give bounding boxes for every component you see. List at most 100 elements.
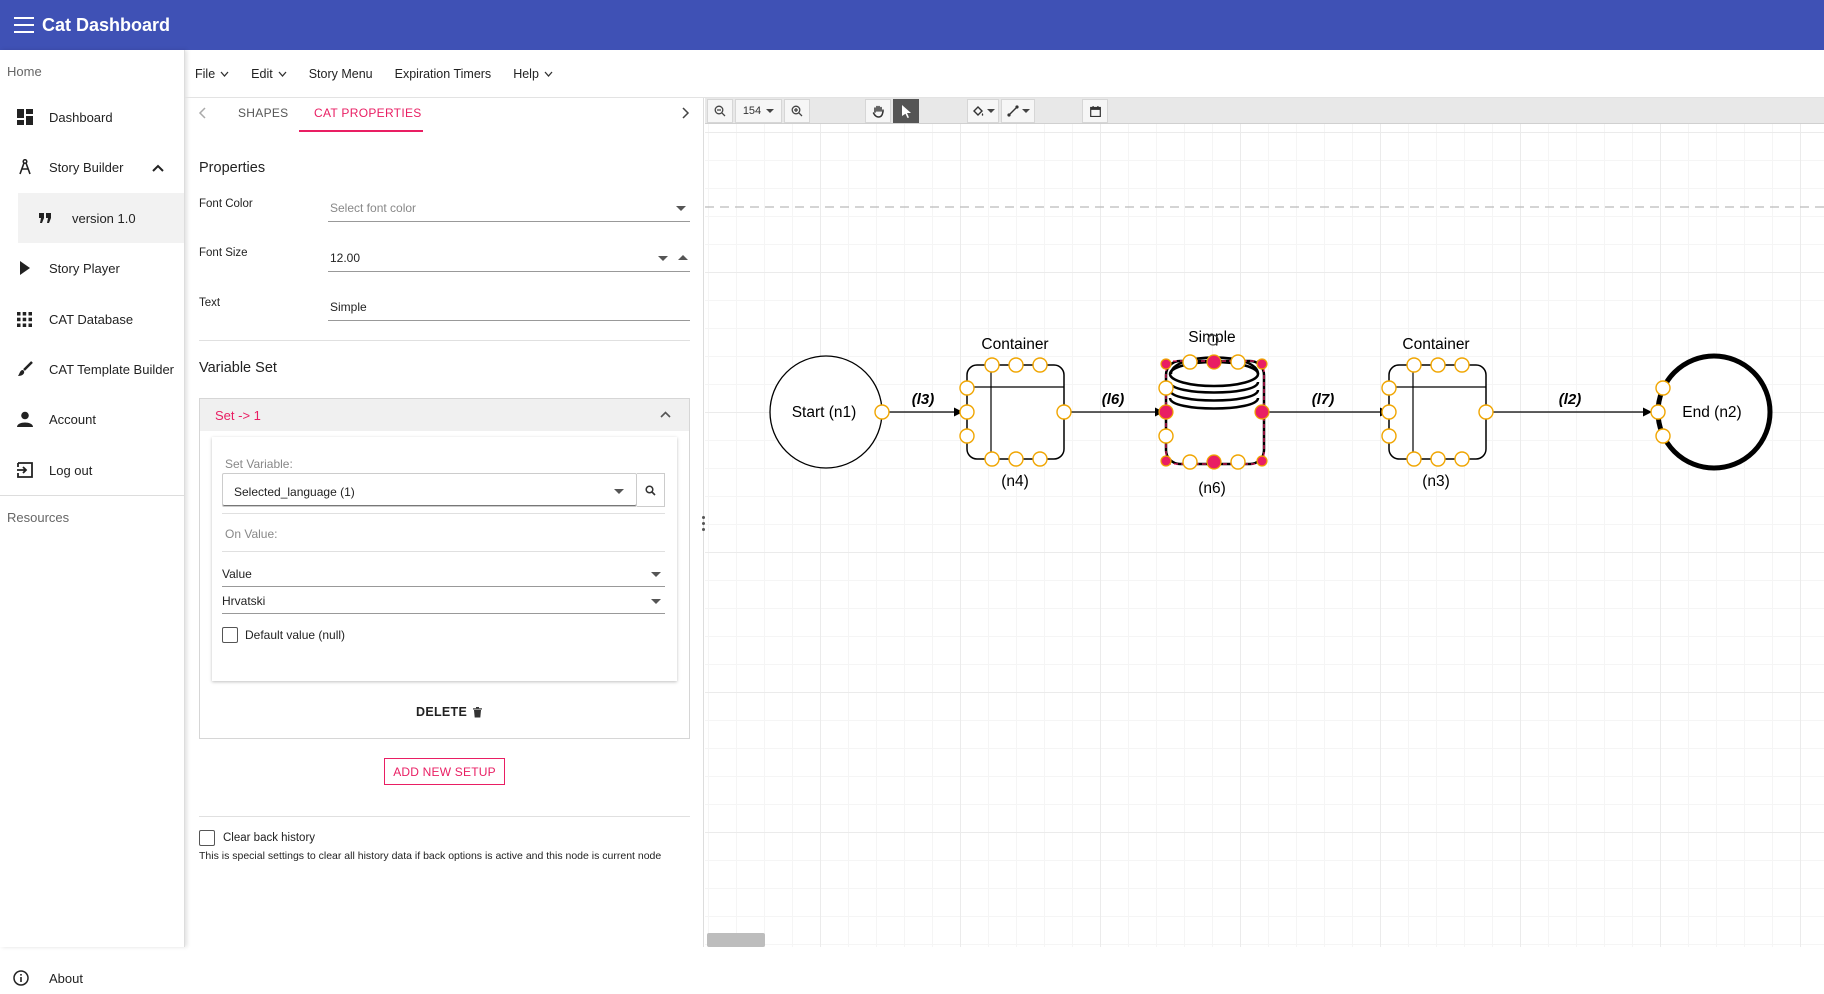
delete-button-label: DELETE [416, 705, 468, 719]
play-icon [0, 261, 49, 275]
menu-edit[interactable]: Edit [251, 67, 287, 81]
font-color-select[interactable]: Select font color [328, 196, 690, 222]
set-header-label: Set -> 1 [215, 408, 261, 423]
sidebar-item-label: Story Builder [49, 159, 124, 175]
language-value: Hrvatski [222, 594, 266, 608]
connector-style-button[interactable] [1001, 99, 1035, 123]
font-size-label: Font Size [199, 247, 248, 259]
menu-expiration-timers-label: Expiration Timers [394, 66, 492, 81]
text-input[interactable]: Simple [328, 295, 690, 321]
horizontal-scrollbar[interactable] [707, 933, 765, 947]
sidebar-item-label: About [49, 970, 83, 986]
clear-history-checkbox[interactable] [199, 830, 215, 846]
sidebar-item-version[interactable]: version 1.0 [18, 193, 184, 243]
delete-button[interactable]: DELETE [416, 705, 483, 719]
node-simple-n6: Simple (n6) [1158, 329, 1270, 497]
sidebar-item-label: CAT Database [49, 311, 134, 327]
chevron-up-icon[interactable] [152, 160, 164, 175]
set-header[interactable]: Set -> 1 [200, 399, 689, 431]
brush-icon [0, 361, 49, 377]
add-new-setup-button[interactable]: ADD NEW SETUP [384, 758, 505, 785]
panel-resize-handle[interactable] [702, 516, 706, 534]
set-variable-label: Set Variable: [225, 457, 293, 471]
decrement-icon[interactable] [658, 256, 668, 261]
value-type-value: Value [222, 567, 252, 581]
link-label: (l6) [1102, 391, 1125, 408]
increment-icon[interactable] [678, 255, 688, 260]
chevron-left-icon[interactable] [198, 106, 206, 124]
apps-grid-icon [0, 311, 49, 327]
app-title: Cat Dashboard [42, 14, 171, 35]
node-label: Start (n1) [792, 404, 857, 421]
node-start: Start (n1) [769, 355, 890, 469]
app-bar: Cat Dashboard [0, 0, 1824, 50]
variable-set-accordion: Set -> 1 Set Variable: Selected_language… [199, 398, 690, 739]
calendar-icon [1089, 105, 1101, 117]
select-tool-button[interactable] [893, 99, 919, 123]
chevron-down-icon [544, 71, 553, 77]
zoom-in-button[interactable] [784, 99, 810, 123]
font-color-label: Font Color [199, 198, 253, 210]
tab-shapes[interactable]: SHAPES [238, 106, 289, 120]
zoom-in-icon [791, 105, 803, 117]
set-variable-value: Selected_language (1) [234, 485, 355, 499]
zoom-out-button[interactable] [707, 99, 733, 123]
person-icon [0, 411, 49, 427]
sidebar-item-dashboard[interactable]: Dashboard [0, 92, 184, 142]
diagram-canvas[interactable]: (l3) (l6) (l7) (l2) Start (n1) Container [705, 124, 1824, 947]
value-type-select[interactable]: Value [222, 563, 665, 587]
dropdown-caret-icon [614, 489, 624, 494]
language-select[interactable]: Hrvatski [222, 590, 665, 614]
sidebar-item-label: version 1.0 [72, 210, 136, 226]
default-value-checkbox[interactable] [222, 627, 238, 643]
sidebar-item-label: Account [49, 411, 96, 427]
sidebar-item-story-builder[interactable]: Story Builder [0, 142, 184, 192]
properties-panel: SHAPES CAT PROPERTIES Properties Font Co… [185, 98, 704, 947]
menu-help[interactable]: Help [513, 67, 553, 81]
node-title: Container [1402, 336, 1469, 353]
menu-expiration-timers[interactable]: Expiration Timers [395, 67, 492, 81]
fill-color-button[interactable] [967, 99, 999, 123]
chevron-up-icon [660, 411, 671, 418]
node-end: End (n2) [1650, 353, 1773, 471]
node-label: End (n2) [1682, 404, 1741, 421]
panel-tabs: SHAPES CAT PROPERTIES [185, 98, 704, 132]
hand-icon [872, 105, 884, 118]
sidebar-item-label: CAT Template Builder [49, 361, 175, 377]
menu-icon[interactable] [14, 17, 34, 33]
font-size-stepper[interactable]: 12.00 [328, 246, 690, 272]
link-label: (l7) [1312, 391, 1335, 408]
menu-file-label: File [195, 66, 216, 81]
sidebar-item-log-out[interactable]: Log out [0, 445, 184, 495]
sidebar-item-cat-template-builder[interactable]: CAT Template Builder [0, 344, 184, 394]
calendar-button[interactable] [1082, 99, 1108, 123]
link-label: (l3) [912, 391, 935, 408]
on-value-label: On Value: [225, 527, 278, 541]
zoom-level-select[interactable]: 154 [735, 99, 782, 123]
menu-story-menu[interactable]: Story Menu [309, 67, 373, 81]
variable-search-button[interactable] [637, 473, 665, 507]
font-color-placeholder: Select font color [330, 201, 417, 215]
link-label: (l2) [1559, 391, 1582, 408]
menu-help-label: Help [513, 66, 539, 81]
text-label: Text [199, 297, 221, 309]
divider [199, 816, 690, 817]
sidebar-item-story-player[interactable]: Story Player [0, 243, 184, 293]
sidebar-item-account[interactable]: Account [0, 394, 184, 444]
divider [199, 340, 690, 341]
chevron-down-icon [278, 71, 287, 77]
zoom-level-value: 154 [742, 105, 762, 117]
tab-cat-properties[interactable]: CAT PROPERTIES [314, 106, 422, 120]
chevron-right-icon[interactable] [682, 106, 690, 124]
dropdown-caret-icon [986, 109, 995, 113]
sidebar-item-about[interactable]: About [0, 962, 184, 994]
dropdown-caret-icon [766, 109, 775, 113]
diagram-svg[interactable]: (l3) (l6) (l7) (l2) Start (n1) Container [705, 124, 1824, 947]
sidebar: Home Dashboard Story Builder version 1.0… [0, 50, 185, 986]
diagram-editor: 154 (l3) (l6) (l7) (l2) Start (n1) Conta… [705, 98, 1824, 947]
sidebar-item-cat-database[interactable]: CAT Database [0, 294, 184, 344]
set-variable-select[interactable]: Selected_language (1) [222, 473, 637, 507]
variable-set-title: Variable Set [199, 360, 277, 376]
menu-file[interactable]: File [195, 67, 229, 81]
pan-tool-button[interactable] [865, 99, 891, 123]
